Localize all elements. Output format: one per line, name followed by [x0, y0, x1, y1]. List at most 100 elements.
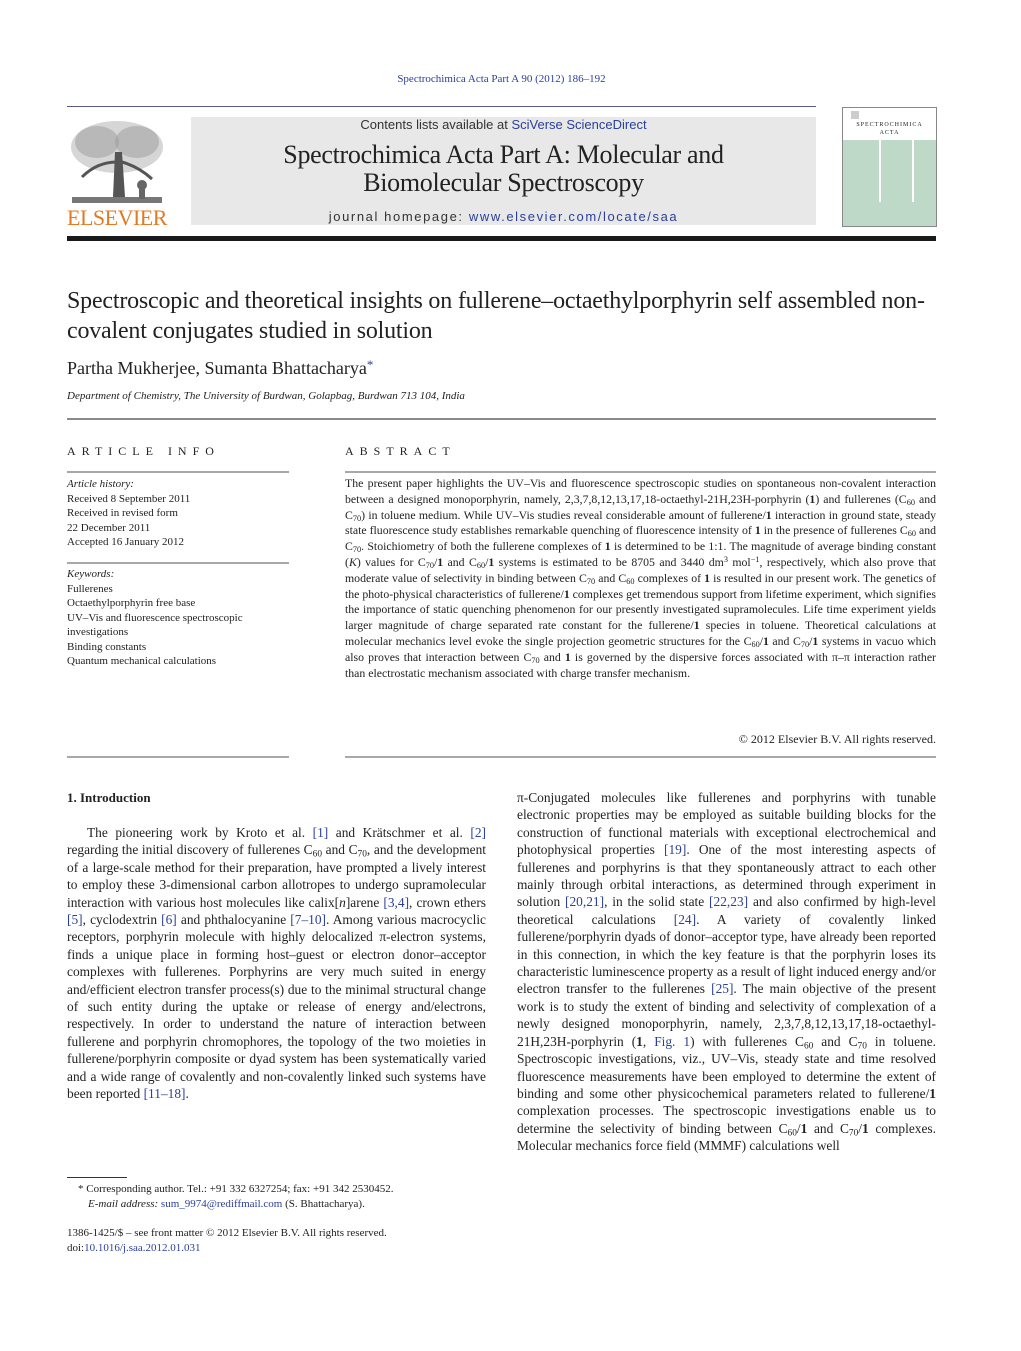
keywords-label: Keywords:	[67, 568, 115, 580]
inline-format: 70	[586, 576, 596, 586]
citation-link[interactable]: [11–18]	[144, 1086, 186, 1101]
journal-title-line2: Biomolecular Spectroscopy	[363, 168, 644, 197]
keyword: Quantum mechanical calculations	[67, 655, 217, 667]
divider	[67, 562, 289, 564]
inline-format: 70	[800, 640, 810, 650]
journal-header-box: Contents lists available at SciVerse Sci…	[191, 117, 816, 225]
history-item: Accepted 16 January 2012	[67, 536, 184, 548]
elsevier-wordmark: ELSEVIER	[67, 205, 167, 230]
divider	[345, 471, 936, 473]
inline-format: 1	[812, 633, 819, 648]
keyword: Fullerenes	[67, 582, 113, 595]
article-info-heading: ARTICLE INFO	[67, 444, 220, 458]
inline-format: 1	[862, 1120, 869, 1136]
citation-link[interactable]: [2]	[470, 825, 486, 840]
keyword: Octaethylporphyrin free base	[67, 597, 196, 609]
homepage-prefix: journal homepage:	[328, 209, 469, 224]
inline-format: 60	[803, 1041, 814, 1052]
email-label: E-mail address:	[88, 1198, 161, 1210]
inline-format: 1	[604, 539, 611, 554]
journal-cover-image[interactable]: SPECTROCHIMICA ACTA	[842, 107, 937, 227]
inline-format: 60	[476, 561, 486, 571]
cover-green-panel	[843, 140, 936, 226]
cover-stripe	[879, 140, 881, 202]
cover-title-line2: ACTA	[879, 130, 900, 136]
homepage-link[interactable]: www.elsevier.com/locate/saa	[469, 209, 678, 224]
citation-link[interactable]: [19]	[664, 842, 686, 857]
inline-format: 1	[762, 633, 769, 648]
journal-title-line1: Spectrochimica Acta Part A: Molecular an…	[283, 140, 724, 169]
inline-format: 70	[357, 849, 367, 860]
cover-title-line1: SPECTROCHIMICA	[856, 122, 923, 128]
introduction-text-right: π-Conjugated molecules like fullerenes a…	[517, 790, 937, 1154]
abstract-text: The present paper highlights the UV–Vis …	[345, 476, 937, 680]
citation-link[interactable]: [22,23]	[709, 894, 748, 909]
corresponding-author-mark[interactable]: *	[367, 357, 374, 372]
sciencedirect-link[interactable]: SciVerse ScienceDirect	[511, 117, 646, 132]
citation-link[interactable]: [20,21]	[565, 894, 604, 909]
inline-format: 70	[848, 1128, 859, 1139]
inline-format: 70	[425, 561, 434, 571]
email-link[interactable]: sum_9974@rediffmail.com	[161, 1198, 282, 1210]
elsevier-logo[interactable]: ELSEVIER	[67, 117, 167, 230]
divider	[345, 756, 936, 758]
inline-format: 1	[693, 618, 700, 633]
citation-link[interactable]: [1]	[313, 825, 329, 840]
inline-format: 60	[626, 576, 635, 586]
inline-format: 60	[312, 849, 322, 860]
contents-prefix: Contents lists available at	[360, 117, 512, 132]
keyword: UV–Vis and fluorescence spectroscopic	[67, 611, 243, 624]
divider	[67, 471, 289, 473]
history-label: Article history:	[67, 478, 134, 490]
corresponding-author-note: * Corresponding author. Tel.: +91 332 63…	[78, 1183, 394, 1195]
doi-prefix: doi:	[67, 1242, 85, 1254]
inline-format: 1	[754, 523, 761, 538]
article-title: Spectroscopic and theoretical insights o…	[67, 288, 925, 344]
introduction-text-left: The pioneering work by Kroto et al. [1] …	[67, 825, 486, 1102]
journal-title: Spectrochimica Acta Part A: Molecular an…	[191, 141, 816, 197]
tree-logo-icon	[71, 121, 163, 203]
inline-format: K	[348, 554, 357, 569]
divider	[67, 756, 289, 758]
citation-link[interactable]: [3,4]	[383, 895, 409, 910]
doi-link[interactable]: 10.1016/j.saa.2012.01.031	[84, 1242, 200, 1254]
history-item: 22 December 2011	[67, 521, 151, 534]
inline-format: 1	[800, 1120, 808, 1136]
divider	[67, 418, 936, 420]
journal-citation[interactable]: Spectrochimica Acta Part A 90 (2012) 186…	[0, 73, 1003, 85]
header-heavy-rule	[67, 236, 936, 241]
inline-format: 60	[906, 497, 915, 507]
inline-format: −1	[750, 554, 760, 564]
inline-format: 1	[809, 491, 816, 506]
corresponding-footnote: * Corresponding author. Tel.: +91 332 63…	[78, 1182, 498, 1212]
citation-link[interactable]: [6]	[161, 912, 177, 927]
citation-link[interactable]: [7–10]	[290, 912, 326, 927]
citation-link[interactable]: [24]	[674, 912, 696, 927]
inline-format: 60	[751, 640, 760, 650]
author-names[interactable]: Partha Mukherjee, Sumanta Bhattacharya	[67, 358, 367, 378]
inline-format: 1	[929, 1085, 936, 1101]
email-suffix: (S. Bhattacharya).	[282, 1198, 365, 1210]
citation-link[interactable]: [5]	[67, 912, 83, 927]
inline-format: 3	[723, 554, 728, 564]
affiliation: Department of Chemistry, The University …	[67, 390, 465, 402]
inline-format: 1	[563, 586, 570, 601]
inline-format: 1	[704, 570, 711, 585]
keywords: Keywords: Fullerenes Octaethylporphyrin …	[67, 567, 297, 669]
section-heading-introduction: 1. Introduction	[67, 790, 151, 805]
contents-line: Contents lists available at SciVerse Sci…	[191, 117, 816, 132]
top-rule	[67, 106, 816, 107]
inline-format: 70	[352, 513, 362, 523]
inline-format: 1	[564, 649, 571, 664]
figure-link[interactable]: Fig. 1	[654, 1034, 690, 1049]
issn-note: 1386-1425/$ – see front matter © 2012 El…	[67, 1227, 387, 1239]
inline-format: 70	[531, 655, 540, 665]
homepage-line: journal homepage: www.elsevier.com/locat…	[191, 209, 816, 224]
inline-format: 70	[352, 545, 362, 555]
inline-format: 60	[907, 529, 916, 539]
citation-link[interactable]: [25]	[711, 981, 733, 996]
abstract-copyright: © 2012 Elsevier B.V. All rights reserved…	[738, 732, 936, 746]
authors: Partha Mukherjee, Sumanta Bhattacharya*	[67, 357, 373, 379]
abstract-heading: ABSTRACT	[345, 444, 456, 458]
cover-stripe	[912, 140, 914, 202]
